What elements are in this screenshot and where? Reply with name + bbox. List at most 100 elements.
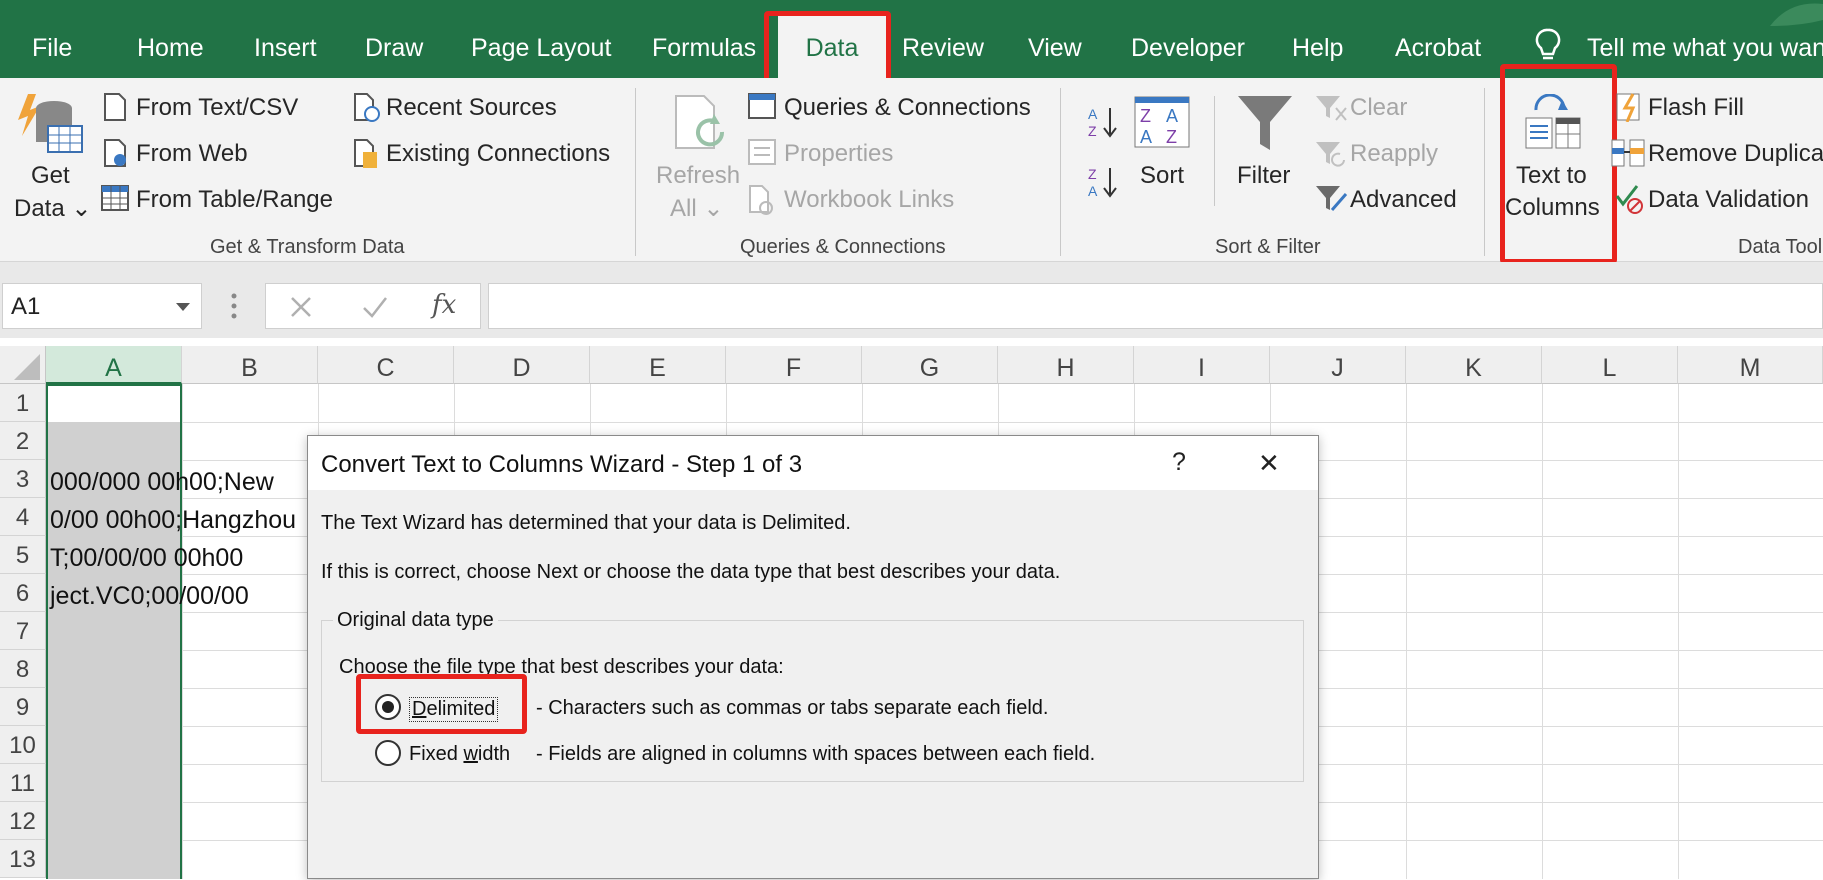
- sort-icon: Z AA Z: [1134, 96, 1190, 148]
- tab-acrobat[interactable]: Acrobat: [1395, 0, 1481, 78]
- lightbulb-icon[interactable]: [1535, 28, 1561, 64]
- text-to-columns-label-1: Text to: [1516, 162, 1587, 189]
- tab-insert[interactable]: Insert: [254, 0, 317, 78]
- row-header[interactable]: 3: [0, 460, 46, 498]
- cell-a3[interactable]: 000/000 00h00;New: [50, 468, 274, 497]
- reapply-button[interactable]: Reapply: [1350, 140, 1438, 168]
- column-header[interactable]: H: [998, 346, 1134, 384]
- more-options-icon[interactable]: [230, 292, 238, 320]
- refresh-all-label-2: All ⌄: [670, 195, 724, 222]
- selected-column-a[interactable]: [46, 384, 182, 879]
- queries-connections-button[interactable]: Queries & Connections: [784, 94, 1031, 122]
- from-text-csv-button[interactable]: From Text/CSV: [136, 94, 298, 122]
- advanced-button[interactable]: Advanced: [1350, 186, 1457, 214]
- row-header[interactable]: 6: [0, 574, 46, 612]
- sort-label: Sort: [1140, 162, 1185, 189]
- sort-z-to-a-icon[interactable]: ZA: [1086, 164, 1118, 200]
- from-web-button[interactable]: From Web: [136, 140, 248, 168]
- fixed-width-radio[interactable]: [375, 740, 401, 766]
- column-header[interactable]: J: [1270, 346, 1406, 384]
- column-header[interactable]: M: [1678, 346, 1823, 384]
- delimited-radio[interactable]: [375, 694, 401, 720]
- enter-check-icon[interactable]: [362, 296, 388, 318]
- clear-button[interactable]: Clear: [1350, 94, 1407, 122]
- row-header[interactable]: 2: [0, 422, 46, 460]
- column-header[interactable]: F: [726, 346, 862, 384]
- tell-me-search[interactable]: Tell me what you want: [1587, 0, 1823, 78]
- gridline: [1678, 384, 1679, 879]
- tab-data[interactable]: Data: [778, 16, 886, 78]
- row-header[interactable]: 12: [0, 802, 46, 840]
- gridline: [1542, 384, 1543, 879]
- group-label-queries: Queries & Connections: [740, 236, 946, 258]
- formula-input[interactable]: [488, 283, 1823, 329]
- cell-a5[interactable]: T;00/00/00 00h00: [50, 544, 243, 573]
- dialog-message-1: The Text Wizard has determined that your…: [321, 512, 851, 534]
- from-table-range-button[interactable]: From Table/Range: [136, 186, 333, 214]
- table-range-icon: [101, 185, 129, 211]
- workbook-links-button[interactable]: Workbook Links: [784, 186, 954, 214]
- help-button[interactable]: ?: [1172, 448, 1186, 477]
- recent-sources-button[interactable]: Recent Sources: [386, 94, 557, 122]
- column-header[interactable]: B: [182, 346, 318, 384]
- column-header[interactable]: A: [46, 346, 182, 384]
- column-header[interactable]: L: [1542, 346, 1678, 384]
- row-header[interactable]: 7: [0, 612, 46, 650]
- properties-button[interactable]: Properties: [784, 140, 893, 168]
- row-header[interactable]: 5: [0, 536, 46, 574]
- column-header[interactable]: G: [862, 346, 998, 384]
- select-all-corner[interactable]: [0, 346, 46, 384]
- tab-view[interactable]: View: [1028, 0, 1082, 78]
- sort-a-to-z-icon[interactable]: AZ: [1086, 104, 1118, 140]
- row-header[interactable]: 1: [0, 384, 46, 422]
- tab-formulas[interactable]: Formulas: [652, 0, 756, 78]
- text-file-icon: [104, 93, 126, 121]
- active-cell-a1[interactable]: [46, 384, 182, 422]
- workbook-links-icon: [749, 185, 773, 215]
- column-header[interactable]: D: [454, 346, 590, 384]
- name-box[interactable]: A1: [2, 283, 202, 329]
- gridline: [1406, 384, 1407, 879]
- row-header[interactable]: 8: [0, 650, 46, 688]
- column-header[interactable]: K: [1406, 346, 1542, 384]
- fixed-width-label[interactable]: Fixed width: [409, 743, 510, 766]
- flash-fill-icon: [1616, 93, 1640, 122]
- remove-duplicates-button[interactable]: Remove Duplica: [1648, 140, 1823, 168]
- existing-connections-icon: [354, 139, 377, 168]
- row-header[interactable]: 11: [0, 764, 46, 802]
- tab-draw[interactable]: Draw: [365, 0, 423, 78]
- row-header[interactable]: 4: [0, 498, 46, 536]
- tab-home[interactable]: Home: [137, 0, 204, 78]
- refresh-icon: [675, 95, 725, 149]
- column-header[interactable]: C: [318, 346, 454, 384]
- existing-connections-button[interactable]: Existing Connections: [386, 140, 610, 168]
- reapply-filter-icon: [1316, 142, 1345, 167]
- column-header[interactable]: I: [1134, 346, 1270, 384]
- tab-file[interactable]: File: [32, 0, 72, 78]
- close-icon[interactable]: ✕: [1258, 448, 1280, 479]
- tab-developer[interactable]: Developer: [1131, 0, 1245, 78]
- filter-funnel-icon: [1238, 96, 1292, 150]
- text-to-columns-icon: [1525, 94, 1581, 149]
- cancel-icon[interactable]: [290, 296, 312, 318]
- row-header[interactable]: 10: [0, 726, 46, 764]
- insert-function-button[interactable]: fx: [432, 290, 456, 320]
- row-header[interactable]: 13: [0, 840, 46, 878]
- row-header[interactable]: 9: [0, 688, 46, 726]
- delimited-label[interactable]: Delimited: [409, 697, 499, 722]
- text-to-columns-label-2: Columns: [1505, 194, 1600, 221]
- cell-a6[interactable]: ject.VC0;00/00/00: [50, 582, 249, 611]
- choose-file-type-label: Choose the file type that best describes…: [339, 656, 784, 678]
- data-validation-icon: [1615, 185, 1643, 214]
- tab-page-layout[interactable]: Page Layout: [471, 0, 611, 78]
- tab-help[interactable]: Help: [1292, 0, 1343, 78]
- cell-a4[interactable]: 0/00 00h00;Hangzhou: [50, 506, 296, 535]
- data-validation-button[interactable]: Data Validation: [1648, 186, 1809, 214]
- column-header[interactable]: E: [590, 346, 726, 384]
- dialog-message-2: If this is correct, choose Next or choos…: [321, 561, 1061, 583]
- flash-fill-button[interactable]: Flash Fill: [1648, 94, 1744, 122]
- chevron-down-icon[interactable]: [175, 302, 191, 312]
- tab-review[interactable]: Review: [902, 0, 984, 78]
- svg-text:Z: Z: [1140, 106, 1151, 126]
- get-data-label-1: Get: [31, 162, 70, 189]
